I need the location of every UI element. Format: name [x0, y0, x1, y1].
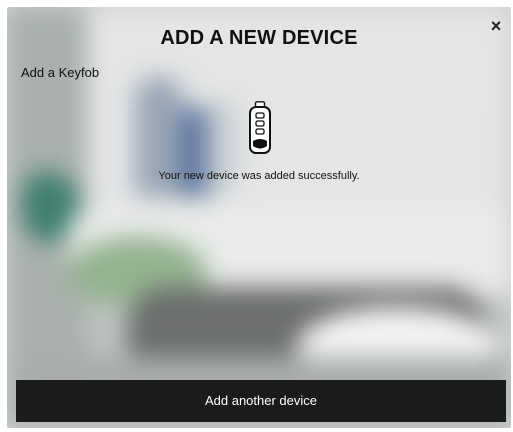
close-icon[interactable]: ×: [485, 15, 507, 37]
success-message: Your new device was added successfully.: [158, 170, 360, 182]
add-another-device-button[interactable]: Add another device: [16, 380, 506, 422]
add-device-dialog: ADD A NEW DEVICE × Add a Keyfob Your new…: [7, 7, 511, 428]
device-type-label: Add a Keyfob: [21, 65, 100, 80]
dialog-title: ADD A NEW DEVICE: [160, 27, 358, 49]
keyfob-icon: [249, 101, 271, 154]
